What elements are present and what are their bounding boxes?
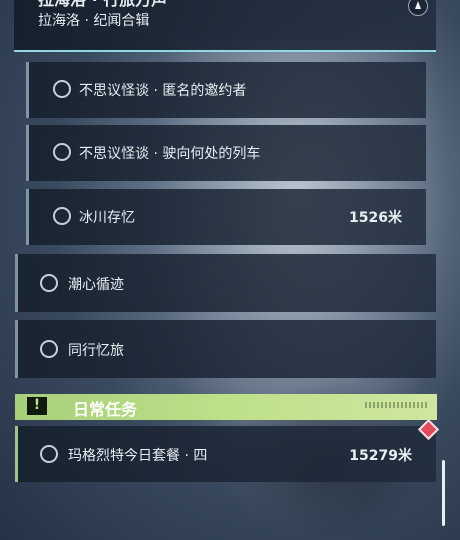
daily-tasks-header[interactable]: ! 日常任务 <box>15 394 437 420</box>
quest-label: 潮心循迹 <box>68 277 124 293</box>
quest-label: 玛格烈特今日套餐 · 四 <box>68 448 208 464</box>
quest-distance: 1526米 <box>349 210 402 226</box>
quest-label: 冰川存忆 <box>79 210 135 226</box>
quest-row[interactable]: 冰川存忆 1526米 <box>26 189 426 245</box>
quest-status-circle-icon <box>40 445 58 463</box>
compass-icon[interactable] <box>408 0 428 16</box>
exclamation-icon: ! <box>27 397 47 415</box>
quest-status-circle-icon <box>53 207 71 225</box>
quest-row[interactable]: 潮心循迹 <box>15 254 436 312</box>
quest-distance: 15279米 <box>349 448 412 464</box>
quest-status-circle-icon <box>40 274 58 292</box>
quest-status-circle-icon <box>40 340 58 358</box>
scrollbar[interactable] <box>442 460 445 526</box>
quest-label: 不思议怪谈 · 匿名的邀约者 <box>79 83 247 99</box>
decorative-pattern <box>365 402 427 408</box>
quest-label: 同行忆旅 <box>68 343 124 359</box>
group-subtitle: 拉海洛 · 纪闻合辑 <box>38 13 150 29</box>
quest-status-circle-icon <box>53 80 71 98</box>
daily-quest-row[interactable]: 玛格烈特今日套餐 · 四 15279米 <box>15 426 436 482</box>
section-title: 日常任务 <box>73 400 138 419</box>
quest-status-circle-icon <box>53 143 71 161</box>
quest-row[interactable]: 不思议怪谈 · 驶向何处的列车 <box>26 125 426 181</box>
quest-row[interactable]: 不思议怪谈 · 匿名的邀约者 <box>26 62 426 118</box>
quest-label: 不思议怪谈 · 驶向何处的列车 <box>79 146 261 162</box>
quest-group-header[interactable]: 拉海洛 · 行旅万声 拉海洛 · 纪闻合辑 <box>14 0 436 52</box>
quest-row[interactable]: 同行忆旅 <box>15 320 436 378</box>
group-title: 拉海洛 · 行旅万声 <box>38 0 167 10</box>
